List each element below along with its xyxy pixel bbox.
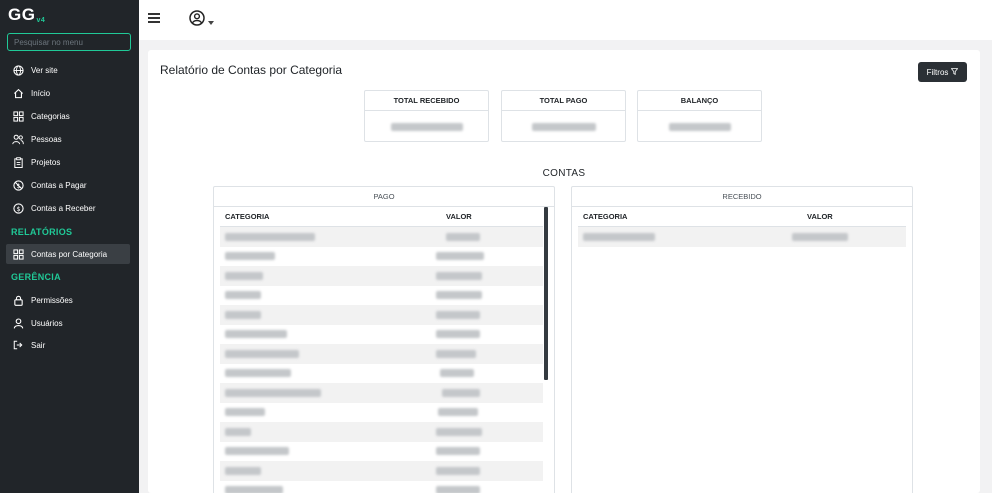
received-table: CATEGORIA VALOR	[578, 207, 906, 247]
clipboard-icon	[12, 156, 24, 168]
stat-total-pago: TOTAL PAGO	[501, 90, 626, 142]
filters-button[interactable]: Filtros	[918, 62, 967, 82]
table-row	[220, 227, 543, 247]
stat-value-redacted	[502, 111, 625, 142]
sidebar-item-contas-por-categoria[interactable]: Contas por Categoria	[6, 244, 130, 264]
table-row	[220, 344, 543, 364]
table-row	[220, 403, 543, 423]
logout-icon	[12, 339, 24, 351]
sidebar-item-label: Contas por Categoria	[31, 249, 108, 259]
user-circle-icon	[189, 10, 205, 31]
filters-button-label: Filtros	[926, 67, 949, 77]
hamburger-menu-icon[interactable]	[148, 13, 160, 23]
menu-search-input[interactable]	[7, 33, 131, 51]
sidebar: GGv4 Ver site Início Categorias Pessoas …	[0, 0, 139, 493]
stat-balanco: BALANÇO	[637, 90, 762, 142]
top-bar	[139, 0, 992, 40]
table-row	[220, 325, 543, 345]
section-management-label: GERÊNCIA	[11, 272, 61, 282]
sidebar-item-ver-site[interactable]: Ver site	[6, 60, 130, 80]
sidebar-item-sair[interactable]: Sair	[6, 335, 130, 355]
sidebar-item-label: Ver site	[31, 65, 58, 75]
sidebar-item-label: Sair	[31, 340, 46, 350]
sidebar-item-label: Projetos	[31, 157, 61, 167]
table-row	[220, 266, 543, 286]
section-reports-label: RELATÓRIOS	[11, 227, 73, 237]
table-scrollbar[interactable]	[544, 207, 548, 380]
sidebar-item-label: Contas a Receber	[31, 203, 96, 213]
grid-icon	[12, 110, 24, 122]
stat-label: TOTAL PAGO	[502, 91, 625, 111]
globe-icon	[12, 64, 24, 76]
sidebar-item-permissoes[interactable]: Permissões	[6, 290, 130, 310]
table-row	[220, 422, 543, 442]
sidebar-item-label: Pessoas	[31, 134, 62, 144]
table-header: CATEGORIA VALOR	[578, 207, 906, 227]
svg-text:$: $	[16, 204, 20, 212]
sidebar-item-categorias[interactable]: Categorias	[6, 106, 130, 126]
sidebar-item-projetos[interactable]: Projetos	[6, 152, 130, 172]
user-icon	[12, 317, 24, 329]
stat-total-recebido: TOTAL RECEBIDO	[364, 90, 489, 142]
table-header: CATEGORIA VALOR	[220, 207, 543, 227]
report-card: Relatório de Contas por Categoria Filtro…	[148, 50, 980, 493]
sidebar-item-label: Categorias	[31, 111, 70, 121]
dollar-icon: $	[12, 202, 24, 214]
table-row	[220, 442, 543, 462]
table-row	[578, 227, 906, 247]
table-row	[220, 461, 543, 481]
sidebar-item-inicio[interactable]: Início	[6, 83, 130, 103]
app-logo[interactable]: GGv4	[8, 5, 45, 25]
sidebar-item-label: Permissões	[31, 295, 73, 305]
paid-table-panel: PAGO CATEGORIA VALOR	[213, 186, 555, 493]
sidebar-item-label: Contas a Pagar	[31, 180, 87, 190]
grid-icon	[12, 248, 24, 260]
table-row	[220, 481, 543, 493]
no-money-icon: $	[12, 179, 24, 191]
panel-title: RECEBIDO	[572, 187, 912, 207]
column-header-value: VALOR	[807, 212, 833, 221]
column-header-category: CATEGORIA	[583, 212, 628, 221]
sidebar-item-contas-a-pagar[interactable]: $ Contas a Pagar	[6, 175, 130, 195]
filter-icon	[950, 67, 959, 77]
lock-icon	[12, 294, 24, 306]
table-row	[220, 364, 543, 384]
stat-value-redacted	[638, 111, 761, 142]
caret-down-icon	[208, 12, 214, 30]
sidebar-item-contas-a-receber[interactable]: $ Contas a Receber	[6, 198, 130, 218]
table-row	[220, 305, 543, 325]
stat-value-redacted	[365, 111, 488, 142]
home-icon	[12, 87, 24, 99]
sidebar-item-label: Início	[31, 88, 51, 98]
user-menu-button[interactable]	[189, 10, 214, 31]
users-icon	[12, 133, 24, 145]
column-header-category: CATEGORIA	[225, 212, 270, 221]
page-title: Relatório de Contas por Categoria	[160, 63, 343, 77]
stat-label: BALANÇO	[638, 91, 761, 111]
section-title: CONTAS	[542, 168, 586, 179]
table-row	[220, 286, 543, 306]
table-row	[220, 383, 543, 403]
sidebar-item-pessoas[interactable]: Pessoas	[6, 129, 130, 149]
column-header-value: VALOR	[446, 212, 472, 221]
stat-label: TOTAL RECEBIDO	[365, 91, 488, 111]
sidebar-item-label: Usuários	[31, 318, 63, 328]
sidebar-item-usuarios[interactable]: Usuários	[6, 313, 130, 333]
received-table-panel: RECEBIDO CATEGORIA VALOR	[571, 186, 913, 493]
table-row	[220, 247, 543, 267]
paid-table: CATEGORIA VALOR	[220, 207, 543, 493]
panel-title: PAGO	[214, 187, 554, 207]
